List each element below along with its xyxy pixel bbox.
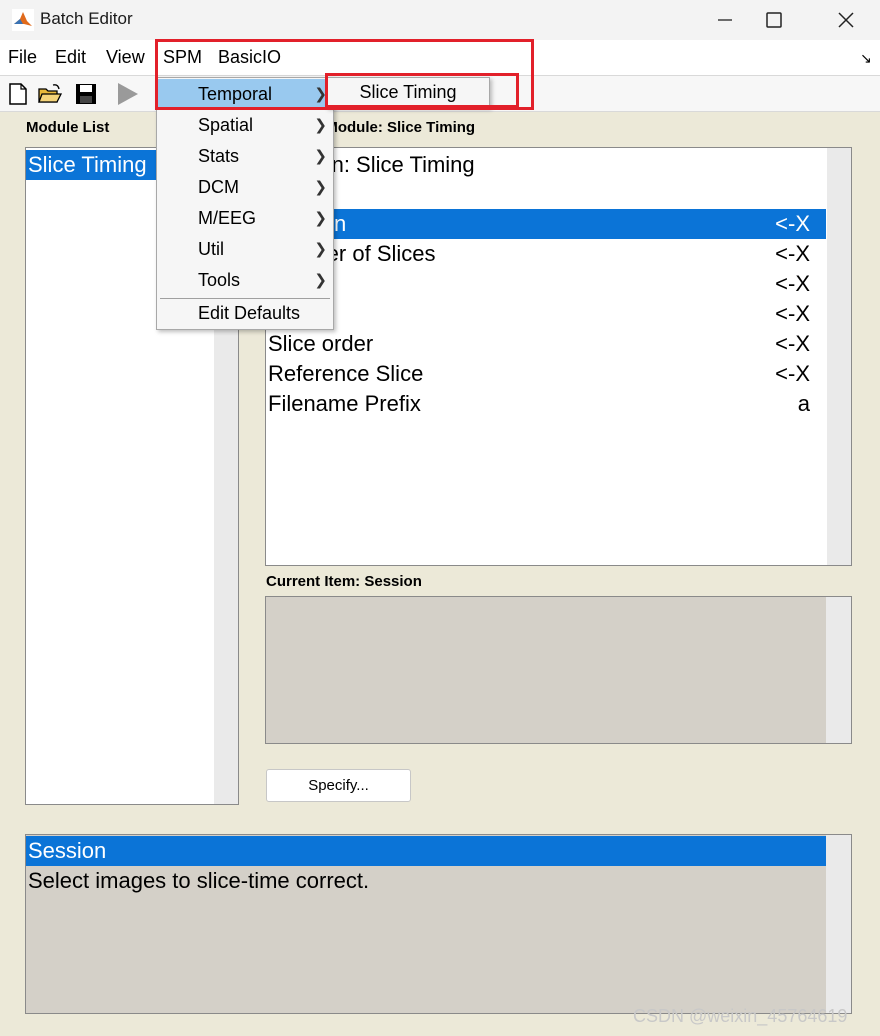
new-file-icon[interactable]	[6, 81, 32, 107]
module-item-row[interactable]: TA <-X	[266, 299, 826, 329]
menu-basicio[interactable]: BasicIO	[218, 47, 281, 68]
close-button[interactable]	[815, 0, 877, 40]
chevron-right-icon: ❯	[314, 272, 327, 289]
maximize-icon	[766, 12, 782, 28]
window-title: Batch Editor	[40, 9, 133, 28]
watermark: CSDN @weixin_45764619	[633, 1006, 848, 1026]
menu-file[interactable]: File	[8, 47, 37, 68]
chevron-right-icon: ❯	[314, 210, 327, 227]
chevron-right-icon: ❯	[314, 179, 327, 196]
chevron-right-icon: ❯	[314, 241, 327, 258]
module-item-value: <-X	[775, 331, 810, 356]
module-item-row[interactable]: Slice order <-X	[266, 329, 826, 359]
module-item-value: <-X	[775, 301, 810, 326]
spm-dropdown-menu: Temporal ❯ Spatial ❯ Stats ❯ DCM ❯ M/EEG ❯ Ut…	[156, 77, 334, 330]
module-item-value: <-X	[775, 241, 810, 266]
dock-arrow-icon[interactable]: ↘	[860, 50, 872, 67]
help-title: Session	[26, 836, 826, 866]
menu-item-temporal[interactable]: Temporal ❯	[158, 79, 333, 110]
menu-item-tools[interactable]: Tools ❯	[158, 265, 333, 296]
menu-item-spatial[interactable]: Spatial ❯	[158, 110, 333, 141]
module-item-value: <-X	[775, 271, 810, 296]
module-item-row[interactable]: Filename Prefix a	[266, 389, 826, 419]
module-item-value: <-X	[775, 361, 810, 386]
module-item-row[interactable]: Number of Slices <-X	[266, 239, 826, 269]
module-item-name: Slice order	[268, 331, 374, 356]
chevron-right-icon: ❯	[314, 148, 327, 165]
current-item-scrollbar[interactable]	[826, 597, 851, 743]
open-folder-icon[interactable]	[37, 81, 63, 107]
menu-item-edit-defaults[interactable]: Edit Defaults	[158, 298, 333, 329]
help-scrollbar[interactable]	[826, 835, 851, 1013]
module-item-value: <-X	[775, 211, 810, 236]
minimize-icon	[718, 19, 732, 21]
module-item-value: a	[797, 391, 810, 416]
menu-item-util[interactable]: Util ❯	[158, 234, 333, 265]
help-panel[interactable]: Session Select images to slice-time corr…	[25, 834, 852, 1014]
module-item-row[interactable]: TR <-X	[266, 269, 826, 299]
close-icon	[838, 12, 854, 28]
menu-spm[interactable]: SPM	[163, 47, 202, 68]
menu-item-stats[interactable]: Stats ❯	[158, 141, 333, 172]
submenu-slice-timing[interactable]: Slice Timing	[326, 77, 490, 108]
help-text: Select images to slice-time correct.	[28, 868, 370, 893]
menu-item-meeg[interactable]: M/EEG ❯	[158, 203, 333, 234]
menu-view[interactable]: View	[106, 47, 145, 68]
chevron-right-icon: ❯	[314, 117, 327, 134]
module-item-name: Filename Prefix	[268, 391, 421, 416]
module-scrollbar[interactable]	[827, 148, 851, 565]
run-icon[interactable]	[114, 81, 140, 107]
module-item-row[interactable]: Session <-X	[266, 209, 826, 239]
menu-edit[interactable]: Edit	[55, 47, 86, 68]
module-item-name: Reference Slice	[268, 361, 424, 386]
save-icon[interactable]	[73, 81, 99, 107]
matlab-icon	[12, 9, 34, 31]
maximize-button[interactable]	[743, 0, 805, 40]
module-list-label: Module List	[26, 119, 110, 136]
menu-item-dcm[interactable]: DCM ❯	[158, 172, 333, 203]
module-item-row[interactable]: Reference Slice <-X	[266, 359, 826, 389]
current-item-list[interactable]	[265, 596, 852, 744]
specify-button[interactable]: Specify...	[266, 769, 411, 802]
current-item-label: Current Item: Session	[266, 573, 422, 590]
current-module-list[interactable]: Help on: Slice Timing Session <-X Number…	[265, 147, 852, 566]
